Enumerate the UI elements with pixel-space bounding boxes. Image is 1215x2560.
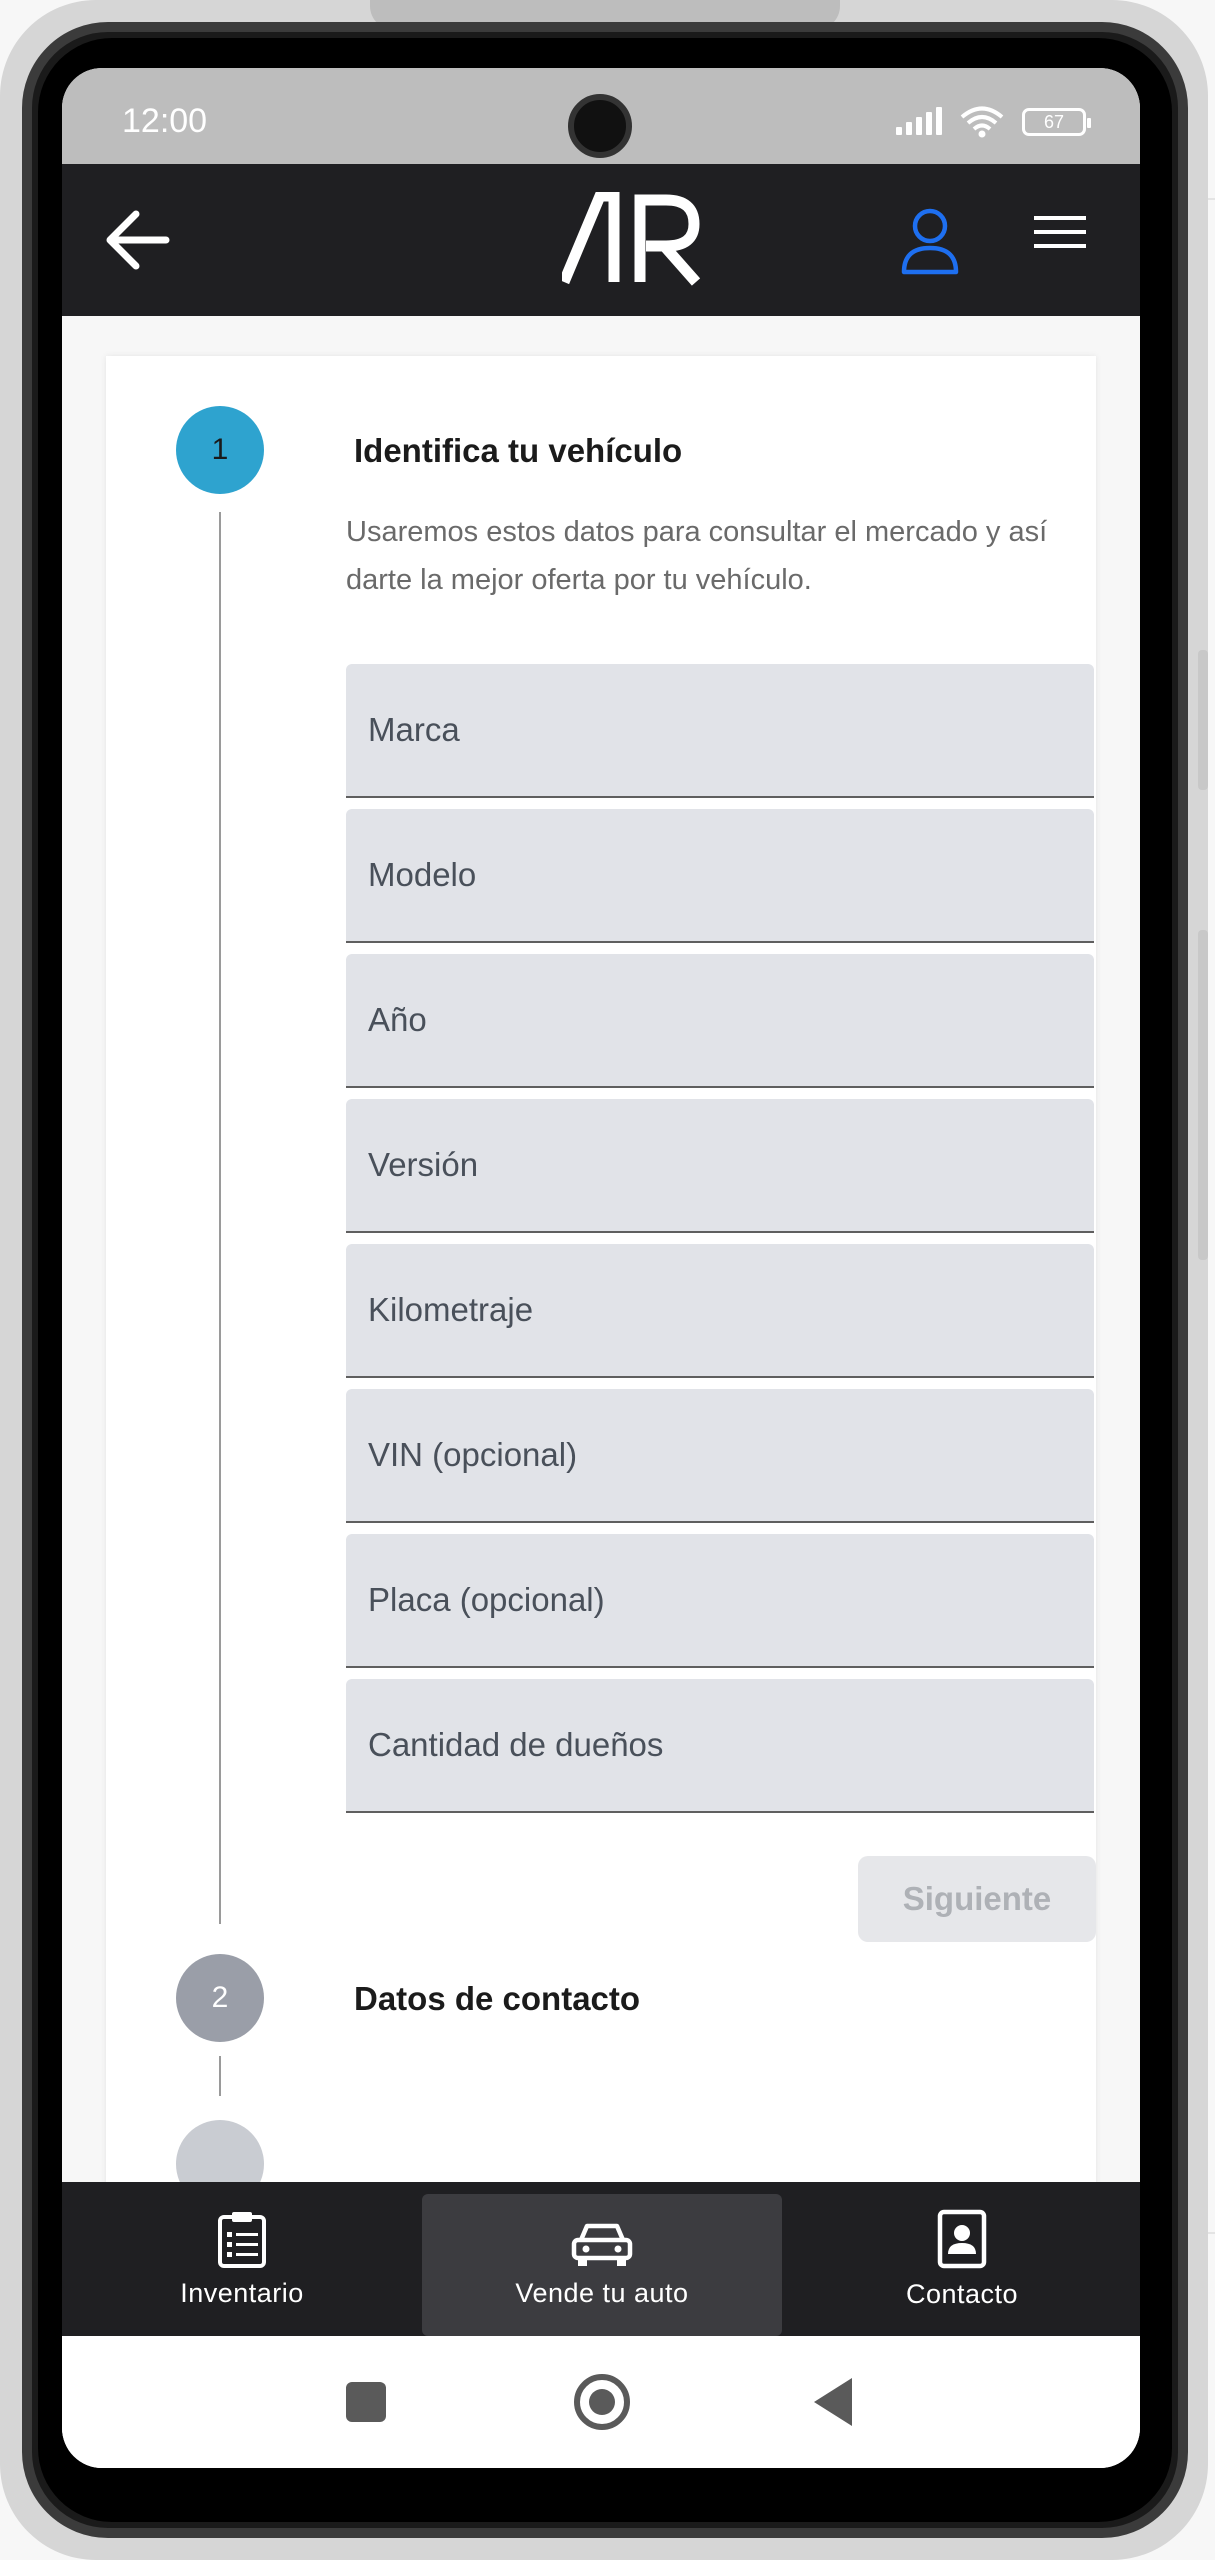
main-content: 1 Identifica tu vehículo Usaremos estos … (62, 316, 1140, 2186)
step-1-indicator: 1 (176, 406, 264, 494)
hamburger-menu-icon (1034, 216, 1086, 248)
anio-input[interactable] (346, 954, 1094, 1086)
modelo-input[interactable] (346, 809, 1094, 941)
step-2-indicator: 2 (176, 1954, 264, 2042)
nav-contacto-label: Contacto (905, 2278, 1019, 2309)
placa-input[interactable] (346, 1534, 1094, 1666)
status-time: 12:00 (122, 102, 208, 140)
version-field[interactable] (346, 1099, 1094, 1233)
clipboard-list-icon (218, 2211, 266, 2268)
wifi-icon (960, 106, 1004, 138)
recent-apps-icon[interactable] (346, 2382, 386, 2422)
nav-vende-tu-auto-label: Vende tu auto (515, 2277, 689, 2308)
phone-frame: 12:00 67 1 Identifica tu vehículo Usarem… (0, 0, 1208, 2560)
home-icon[interactable] (574, 2374, 630, 2430)
marca-field[interactable] (346, 664, 1094, 798)
battery-icon: 67 (1022, 108, 1091, 136)
phone-screen: 12:00 67 1 Identifica tu vehículo Usarem… (62, 68, 1140, 2468)
step-connector (219, 2056, 221, 2096)
sell-form-card: 1 Identifica tu vehículo Usaremos estos … (106, 356, 1096, 2186)
version-input[interactable] (346, 1099, 1094, 1231)
bottom-navigation: Inventario Vende tu auto Contacto (62, 2182, 1140, 2336)
step-connector (219, 512, 221, 1924)
arrow-left-icon (106, 210, 170, 270)
marca-input[interactable] (346, 664, 1094, 796)
step-1-description: Usaremos estos datos para consultar el m… (346, 516, 1048, 596)
duenos-field[interactable] (346, 1679, 1094, 1813)
vin-input[interactable] (346, 1389, 1094, 1521)
status-bar: 12:00 67 (62, 68, 1140, 164)
signal-icon (896, 107, 942, 135)
next-button[interactable]: Siguiente (858, 1856, 1096, 1942)
front-camera (568, 94, 632, 158)
power-button (1198, 930, 1208, 1260)
vin-field[interactable] (346, 1389, 1094, 1523)
user-button[interactable] (900, 204, 970, 276)
system-navigation-bar (62, 2336, 1140, 2468)
user-icon (901, 208, 959, 275)
placa-field[interactable] (346, 1534, 1094, 1668)
brand-logo[interactable] (562, 192, 702, 286)
app-header (62, 164, 1140, 316)
nav-inventario[interactable]: Inventario (132, 2182, 352, 2336)
kilometraje-field[interactable] (346, 1244, 1094, 1378)
menu-button[interactable] (1032, 212, 1092, 268)
nav-contacto[interactable]: Contacto (852, 2182, 1072, 2336)
back-button[interactable] (102, 204, 192, 276)
anio-field[interactable] (346, 954, 1094, 1088)
modelo-field[interactable] (346, 809, 1094, 943)
system-back-icon[interactable] (814, 2378, 852, 2426)
volume-button (1198, 650, 1208, 790)
status-icons: 67 (896, 106, 1091, 138)
duenos-input[interactable] (346, 1679, 1094, 1811)
step-3-indicator (176, 2120, 264, 2186)
contact-card-icon (937, 2209, 987, 2268)
kilometraje-input[interactable] (346, 1244, 1094, 1376)
nav-inventario-label: Inventario (180, 2277, 304, 2308)
car-icon (571, 2223, 633, 2266)
step-1-title[interactable]: Identifica tu vehículo (354, 432, 682, 470)
step-2-title[interactable]: Datos de contacto (354, 1980, 640, 2018)
nav-vende-tu-auto[interactable]: Vende tu auto (422, 2194, 782, 2336)
